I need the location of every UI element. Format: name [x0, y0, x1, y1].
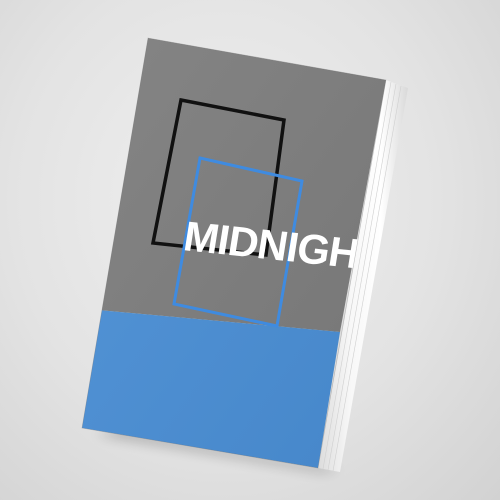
- product-mockup-scene: MIDNIGHT: [0, 0, 500, 500]
- book-mockup: MIDNIGHT: [81, 37, 408, 472]
